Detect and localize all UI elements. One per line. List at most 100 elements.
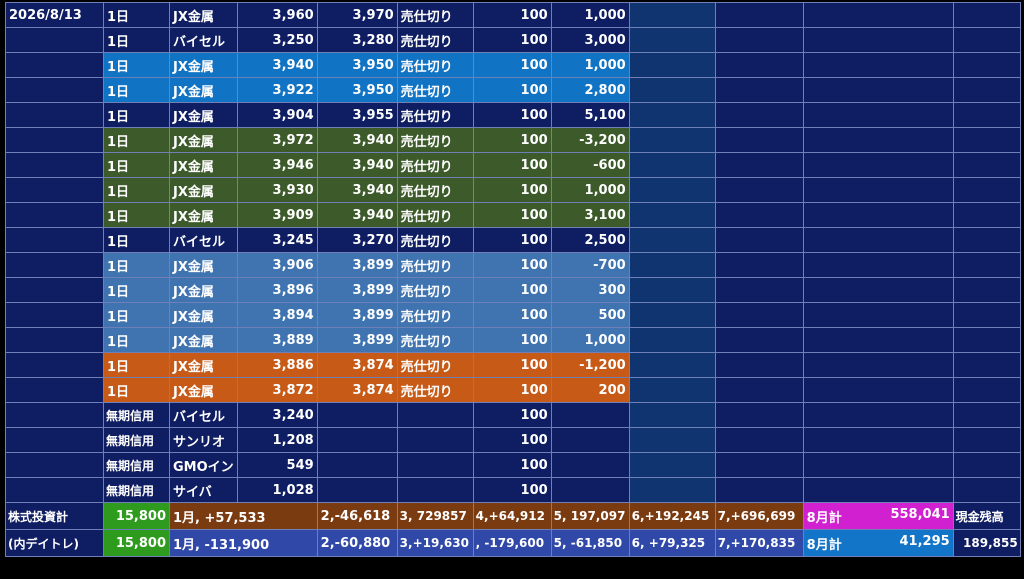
empty-cell[interactable] [952,177,1021,203]
empty-cell[interactable] [628,27,716,53]
empty-cell[interactable] [802,477,954,503]
quantity-cell[interactable]: 100 [472,452,552,478]
pnl-cell[interactable]: 300 [550,277,630,303]
empty-cell[interactable] [628,327,716,353]
period-cell[interactable]: 無期信用 [103,477,170,503]
pnl-cell[interactable]: 5,100 [550,102,630,128]
empty-cell[interactable] [802,377,954,403]
empty-cell[interactable] [802,302,954,328]
summary-month-5-stock[interactable]: 5, 197,097 [550,502,630,530]
sell-price-cell[interactable]: 3,940 [316,127,398,153]
buy-price-cell[interactable]: 3,245 [236,227,318,253]
empty-cell[interactable] [952,452,1021,478]
buy-price-cell[interactable]: 3,886 [236,352,318,378]
stock-name-cell[interactable]: JX金属 [169,152,238,178]
trade-type-cell[interactable]: 売仕切り [396,327,474,353]
empty-cell[interactable] [714,227,804,253]
sell-price-cell[interactable]: 3,940 [316,152,398,178]
empty-cell[interactable] [714,252,804,278]
sell-price-cell[interactable]: 3,270 [316,227,398,253]
trade-type-cell[interactable]: 売仕切り [396,252,474,278]
pnl-cell[interactable]: 3,000 [550,27,630,53]
empty-cell[interactable] [550,452,630,478]
empty-cell[interactable] [714,52,804,78]
empty-cell[interactable] [952,77,1021,103]
stock-name-cell[interactable]: JX金属 [169,377,238,403]
empty-cell[interactable] [714,77,804,103]
empty-cell[interactable] [802,227,954,253]
period-cell[interactable]: 1日 [103,177,170,203]
pnl-cell[interactable]: -3,200 [550,127,630,153]
pnl-cell[interactable]: 2,800 [550,77,630,103]
empty-cell[interactable] [952,477,1021,503]
date-cell[interactable] [5,277,104,303]
empty-cell[interactable] [952,202,1021,228]
summary-month-5-day[interactable]: 5, -61,850 [550,529,630,557]
summary-label-day[interactable]: (内デイトレ) [5,529,104,557]
empty-cell[interactable] [316,477,398,503]
empty-cell[interactable] [952,52,1021,78]
date-cell[interactable] [5,152,104,178]
stock-name-cell[interactable]: サイバ [169,477,238,503]
date-cell[interactable]: 2026/8/13 [5,2,104,28]
empty-cell[interactable] [714,127,804,153]
quantity-cell[interactable]: 100 [472,402,552,428]
empty-cell[interactable] [714,377,804,403]
empty-cell[interactable] [5,477,104,503]
period-cell[interactable]: 1日 [103,152,170,178]
stock-name-cell[interactable]: JX金属 [169,277,238,303]
stock-name-cell[interactable]: サンリオ [169,427,238,453]
trade-type-cell[interactable]: 売仕切り [396,127,474,153]
quantity-cell[interactable]: 100 [472,227,552,253]
summary-month-4-day[interactable]: , -179,600 [472,529,552,557]
sell-price-cell[interactable]: 3,874 [316,377,398,403]
buy-price-cell[interactable]: 3,904 [236,102,318,128]
date-cell[interactable] [5,127,104,153]
empty-cell[interactable] [550,402,630,428]
buy-price-cell[interactable]: 3,960 [236,2,318,28]
summary-month-6-day[interactable]: 6, +79,325 [628,529,716,557]
empty-cell[interactable] [714,277,804,303]
empty-cell[interactable] [628,52,716,78]
buy-price-cell[interactable]: 3,946 [236,152,318,178]
quantity-cell[interactable]: 100 [472,2,552,28]
summary-month-total-day[interactable]: 8月計 41,295 [802,529,954,557]
quantity-cell[interactable]: 100 [472,127,552,153]
empty-cell[interactable] [952,327,1021,353]
trade-type-cell[interactable]: 売仕切り [396,2,474,28]
empty-cell[interactable] [628,2,716,28]
trade-type-cell[interactable]: 売仕切り [396,177,474,203]
summary-month-total-stock[interactable]: 8月計 558,041 [802,502,954,530]
empty-cell[interactable] [628,227,716,253]
cash-balance-label[interactable]: 現金残高 [952,502,1021,530]
period-cell[interactable]: 1日 [103,352,170,378]
empty-cell[interactable] [802,327,954,353]
quantity-cell[interactable]: 100 [472,77,552,103]
summary-month-2-stock[interactable]: 2,-46,618 [316,502,398,530]
quantity-cell[interactable]: 100 [472,327,552,353]
buy-price-cell[interactable]: 3,872 [236,377,318,403]
empty-cell[interactable] [5,427,104,453]
trade-type-cell[interactable]: 売仕切り [396,77,474,103]
summary-month-4-stock[interactable]: 4,+64,912 [472,502,552,530]
trade-type-cell[interactable]: 売仕切り [396,202,474,228]
date-cell[interactable] [5,52,104,78]
pnl-cell[interactable]: -700 [550,252,630,278]
empty-cell[interactable] [628,252,716,278]
date-cell[interactable] [5,327,104,353]
empty-cell[interactable] [628,427,716,453]
empty-cell[interactable] [714,427,804,453]
empty-cell[interactable] [396,452,474,478]
period-cell[interactable]: 1日 [103,202,170,228]
sell-price-cell[interactable]: 3,280 [316,27,398,53]
summary-month-7-stock[interactable]: 7,+696,699 [714,502,804,530]
empty-cell[interactable] [952,427,1021,453]
pnl-cell[interactable]: 1,000 [550,52,630,78]
sell-price-cell[interactable]: 3,970 [316,2,398,28]
price-cell[interactable]: 549 [236,452,318,478]
trade-type-cell[interactable]: 売仕切り [396,352,474,378]
empty-cell[interactable] [802,52,954,78]
empty-cell[interactable] [628,402,716,428]
empty-cell[interactable] [802,202,954,228]
trade-type-cell[interactable]: 売仕切り [396,377,474,403]
